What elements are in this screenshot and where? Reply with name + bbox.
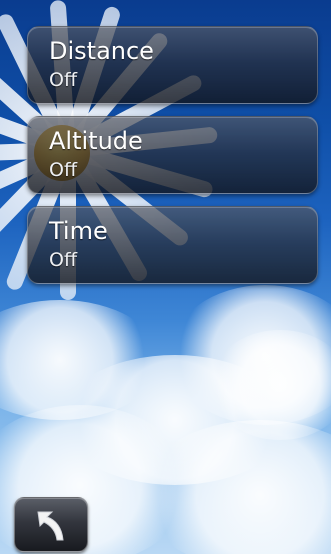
back-arrow-icon [37, 511, 64, 541]
setting-row-altitude[interactable]: Altitude Off [27, 116, 318, 194]
setting-title: Time [49, 217, 108, 245]
setting-value: Off [49, 159, 78, 181]
setting-title: Altitude [49, 127, 143, 155]
setting-title: Distance [49, 37, 154, 65]
setting-value: Off [49, 249, 78, 271]
setting-row-time[interactable]: Time Off [27, 206, 318, 284]
setting-row-distance[interactable]: Distance Off [27, 26, 318, 104]
settings-screen: Distance Off Altitude Off Time Off [0, 0, 331, 554]
back-button[interactable] [14, 497, 88, 552]
setting-value: Off [49, 69, 78, 91]
